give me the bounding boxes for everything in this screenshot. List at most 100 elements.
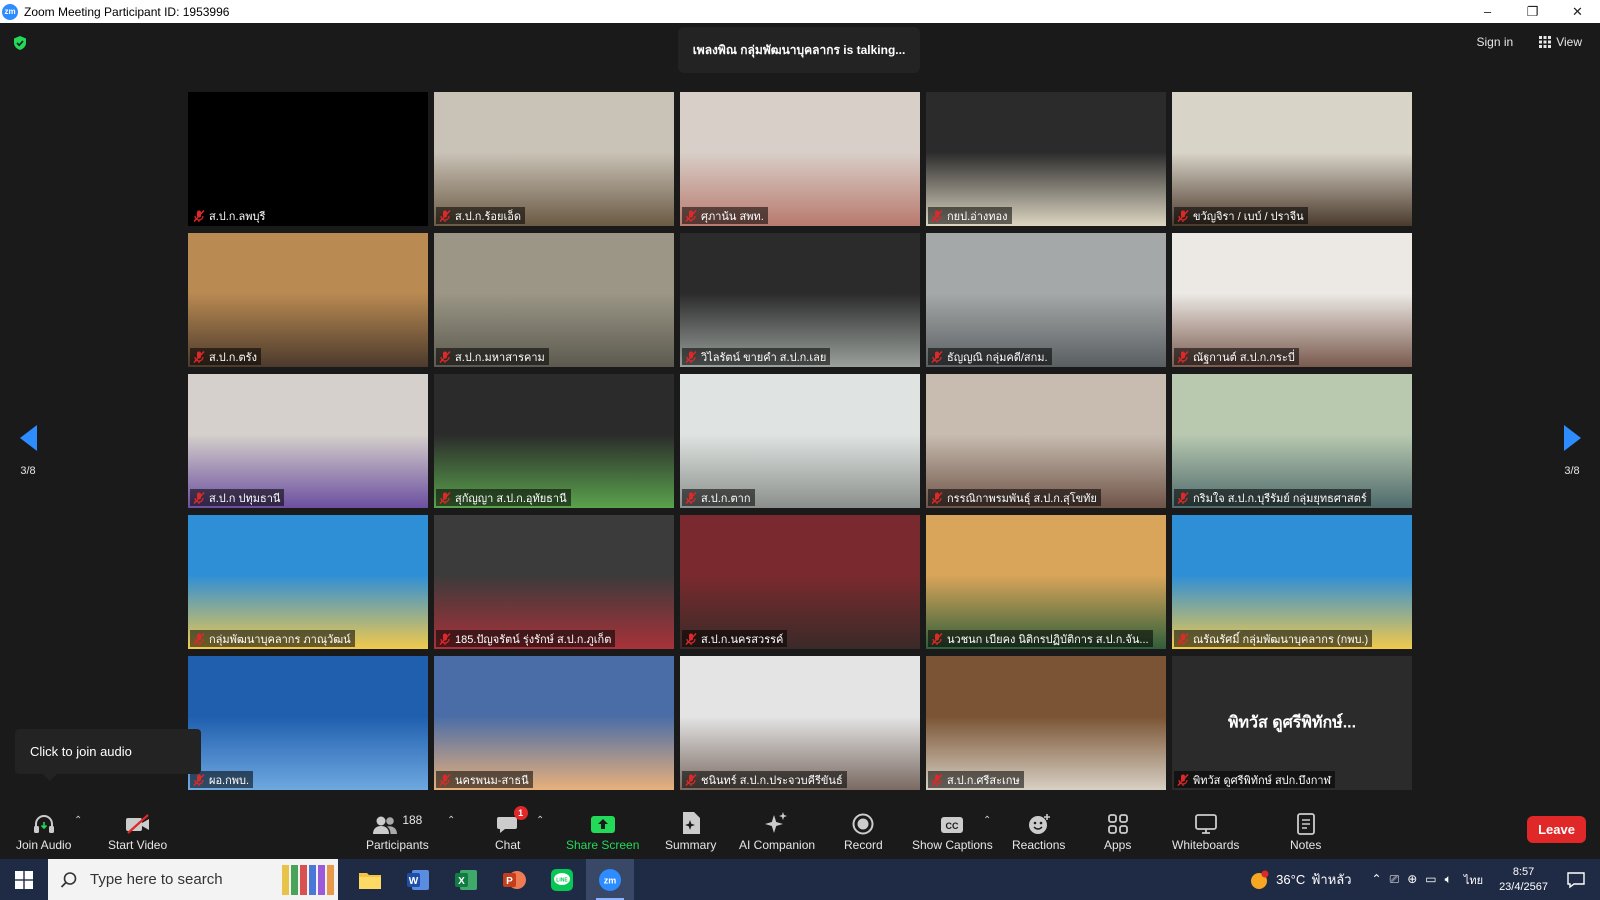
participant-tile[interactable]: สุกัญญา ส.ป.ก.อุทัยธานี: [434, 374, 674, 508]
notifications-icon[interactable]: [1566, 871, 1586, 889]
record-button[interactable]: Record: [844, 809, 883, 852]
next-page-button[interactable]: 3/8: [1557, 425, 1587, 477]
participant-tile[interactable]: ส.ป.ก.ลพบุรี: [188, 92, 428, 226]
participant-name: กรรณิกาพรมพันธุ์ ส.ป.ก.สุโขทัย: [947, 492, 1097, 505]
show-captions-button[interactable]: CC Show Captions: [912, 809, 993, 852]
participant-tile[interactable]: 185.ปัญจรัตน์ รุ่งรักษ์ ส.ป.ก.ภูเก็ต: [434, 515, 674, 649]
display-icon[interactable]: ▭: [1425, 872, 1436, 887]
meet-now-camera-icon[interactable]: ⎚: [1390, 872, 1400, 887]
participant-name: กยป.อ่างทอง: [947, 210, 1008, 223]
summary-button[interactable]: Summary: [665, 809, 716, 852]
participant-tile[interactable]: ส.ป.ก ปทุมธานี: [188, 374, 428, 508]
participant-name: นวชนก เบียคง นิติกรปฏิบัติการ ส.ป.ก.จัน.…: [947, 633, 1149, 646]
participant-tile[interactable]: ธัญญณิ กลุ่มคดี/สกม.: [926, 233, 1166, 367]
taskbar-zoom[interactable]: zm: [586, 859, 634, 900]
restore-button[interactable]: ❐: [1510, 0, 1555, 23]
participant-tile[interactable]: ส.ป.ก.ตาก: [680, 374, 920, 508]
participants-button[interactable]: 188 Participants: [366, 809, 429, 852]
chat-button[interactable]: 1 Chat: [495, 806, 528, 852]
show-captions-label: Show Captions: [912, 838, 993, 852]
participant-nameplate: ส.ป.ก.ตาก: [682, 489, 755, 506]
apps-button[interactable]: Apps: [1104, 809, 1131, 852]
svg-text:zm: zm: [604, 875, 617, 885]
chat-label: Chat: [495, 838, 521, 852]
participant-tile[interactable]: พิทวัส ดูศรีพิทักษ์... พิทวัส ดูศรีพิทักษ…: [1172, 656, 1412, 790]
start-video-button[interactable]: Start Video: [108, 809, 167, 852]
participant-tile[interactable]: วิไลรัตน์ ขายคำ ส.ป.ก.เลย: [680, 233, 920, 367]
participant-tile[interactable]: ส.ป.ก.ศรีสะเกษ: [926, 656, 1166, 790]
participant-display-name: พิทวัส ดูศรีพิทักษ์...: [1227, 714, 1357, 732]
captions-options-chevron-icon[interactable]: ⌃: [983, 815, 991, 826]
participant-nameplate: กลุ่มพัฒนาบุคลากร ภาณุวัฒน์: [190, 630, 355, 647]
grid-view-icon: [1539, 36, 1552, 48]
captions-cc-icon: CC: [940, 809, 964, 835]
participant-tile[interactable]: ผอ.กพบ.: [188, 656, 428, 790]
leave-button[interactable]: Leave: [1527, 816, 1586, 843]
minimize-button[interactable]: –: [1465, 0, 1510, 23]
arrow-left-icon: [19, 425, 37, 451]
mic-muted-icon: [439, 632, 451, 645]
taskbar-line[interactable]: LINE: [538, 859, 586, 900]
previous-page-button[interactable]: 3/8: [13, 425, 43, 477]
participant-tile[interactable]: ณรัณรัศมิ์ กลุ่มพัฒนาบุคลากร (กพบ.): [1172, 515, 1412, 649]
reactions-button[interactable]: Reactions: [1012, 809, 1065, 852]
close-button[interactable]: ✕: [1555, 0, 1600, 23]
svg-text:CC: CC: [946, 821, 959, 831]
taskbar-word[interactable]: W: [394, 859, 442, 900]
taskbar-file-explorer[interactable]: [346, 859, 394, 900]
participants-options-chevron-icon[interactable]: ⌃: [447, 815, 455, 826]
weather-widget[interactable]: 36°C ฟ้าหลัว: [1248, 869, 1352, 890]
participant-tile[interactable]: ส.ป.ก.ตรัง: [188, 233, 428, 367]
ai-companion-button[interactable]: AI Companion: [739, 809, 815, 852]
participant-tile[interactable]: ณัฐกานต์ ส.ป.ก.กระบี่: [1172, 233, 1412, 367]
show-hidden-icons-chevron-icon[interactable]: ⌃: [1372, 872, 1382, 887]
mic-muted-icon: [439, 209, 451, 222]
participant-name: วิไลรัตน์ ขายคำ ส.ป.ก.เลย: [701, 351, 827, 364]
security-shield-icon[interactable]: [12, 35, 28, 51]
mic-muted-icon: [1177, 773, 1189, 786]
notes-label: Notes: [1290, 838, 1322, 852]
participant-tile[interactable]: ส.ป.ก.ร้อยเอ็ด: [434, 92, 674, 226]
participant-tile[interactable]: กริมใจ ส.ป.ก.บุรีรัมย์ กลุ่มยุทธศาสตร์: [1172, 374, 1412, 508]
meeting-toolbar: Join Audio ⌃ Start Video 188 Participant…: [0, 803, 1600, 859]
meeting-area: เพลงพิณ กลุ่มพัฒนาบุคลากร is talking... …: [0, 23, 1600, 803]
weather-sun-icon: [1251, 870, 1269, 889]
participant-tile[interactable]: กลุ่มพัฒนาบุคลากร ภาณุวัฒน์: [188, 515, 428, 649]
join-audio-button[interactable]: Join Audio: [16, 809, 71, 852]
sign-in-link[interactable]: Sign in: [1477, 35, 1514, 49]
search-highlight-books-icon: [282, 865, 334, 895]
share-screen-button[interactable]: Share Screen: [566, 809, 639, 852]
whiteboards-button[interactable]: Whiteboards: [1172, 809, 1239, 852]
participant-tile[interactable]: ขวัญจิรา / เบบ์ / ปราจีน: [1172, 92, 1412, 226]
participant-tile[interactable]: นครพนม-สาธนี: [434, 656, 674, 790]
participant-nameplate: กริมใจ ส.ป.ก.บุรีรัมย์ กลุ่มยุทธศาสตร์: [1174, 489, 1371, 506]
network-globe-icon[interactable]: ⊕: [1407, 872, 1417, 887]
participant-tile[interactable]: กรรณิกาพรมพันธุ์ ส.ป.ก.สุโขทัย: [926, 374, 1166, 508]
mic-muted-icon: [439, 491, 451, 504]
participants-count: 188: [402, 813, 423, 827]
video-gallery: ส.ป.ก.ลพบุรี ส.ป.ก.ร้อยเอ็ด ศุภาน้น สพท. กย…: [188, 92, 1412, 790]
participant-tile[interactable]: ส.ป.ก.มหาสารคาม: [434, 233, 674, 367]
participant-tile[interactable]: ส.ป.ก.นครสวรรค์: [680, 515, 920, 649]
participant-tile[interactable]: นวชนก เบียคง นิติกรปฏิบัติการ ส.ป.ก.จัน.…: [926, 515, 1166, 649]
start-button[interactable]: [0, 859, 48, 900]
audio-options-chevron-icon[interactable]: ⌃: [74, 815, 82, 826]
taskbar-search-box[interactable]: Type here to search: [48, 859, 338, 900]
volume-icon[interactable]: 🔈︎: [1445, 872, 1452, 887]
notes-button[interactable]: Notes: [1290, 809, 1321, 852]
apps-label: Apps: [1104, 838, 1132, 852]
participant-tile[interactable]: ศุภาน้น สพท.: [680, 92, 920, 226]
join-audio-tooltip: Click to join audio: [15, 729, 201, 781]
taskbar-excel[interactable]: X: [442, 859, 490, 900]
page-indicator-left: 3/8: [20, 465, 36, 477]
participant-tile[interactable]: กยป.อ่างทอง: [926, 92, 1166, 226]
taskbar-clock[interactable]: 8:57 23/4/2567: [1499, 865, 1548, 895]
mic-muted-icon: [931, 209, 943, 222]
participant-tile[interactable]: ชนินทร์ ส.ป.ก.ประจวบคีรีขันธ์: [680, 656, 920, 790]
participant-nameplate: ธัญญณิ กลุ่มคดี/สกม.: [928, 348, 1052, 365]
participant-nameplate: ส.ป.ก.ศรีสะเกษ: [928, 771, 1024, 788]
chat-options-chevron-icon[interactable]: ⌃: [536, 815, 544, 826]
view-button[interactable]: View: [1539, 35, 1582, 49]
input-language[interactable]: ไทย: [1464, 871, 1483, 889]
taskbar-powerpoint[interactable]: P: [490, 859, 538, 900]
